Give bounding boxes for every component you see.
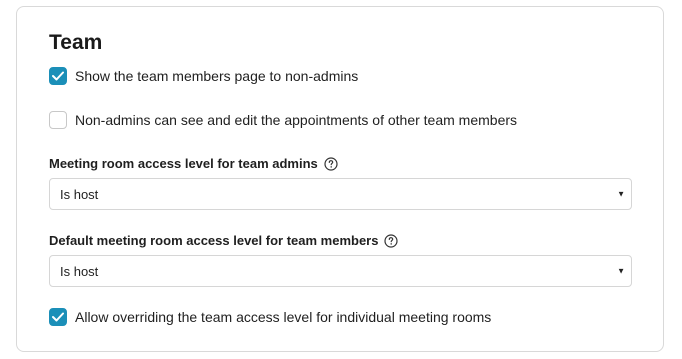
admin-access-label: Meeting room access level for team admin…: [49, 156, 318, 171]
member-access-value: Is host: [60, 263, 99, 279]
show-members-page-option[interactable]: Show the team members page to non-admins: [49, 66, 358, 86]
allow-override-checkbox[interactable]: [49, 308, 67, 326]
help-icon[interactable]: [324, 156, 338, 171]
dropdown-caret-icon: ▼: [617, 266, 625, 276]
checkmark-icon: [52, 71, 64, 81]
dropdown-caret-icon: ▼: [617, 189, 625, 199]
member-access-label-row: Default meeting room access level for te…: [49, 233, 399, 248]
admin-access-label-row: Meeting room access level for team admin…: [49, 156, 338, 171]
edit-others-appointments-option[interactable]: Non-admins can see and edit the appointm…: [49, 110, 517, 130]
show-members-page-label: Show the team members page to non-admins: [75, 68, 359, 84]
member-access-select[interactable]: Is host ▼: [49, 255, 632, 287]
section-title: Team: [49, 31, 103, 54]
edit-others-appointments-checkbox[interactable]: [49, 111, 67, 129]
checkmark-icon: [52, 312, 64, 322]
allow-override-label: Allow overriding the team access level f…: [75, 309, 492, 325]
team-settings-card: Team Show the team members page to non-a…: [16, 6, 664, 352]
help-icon[interactable]: [384, 233, 399, 248]
admin-access-value: Is host: [60, 186, 99, 202]
show-members-page-checkbox[interactable]: [49, 67, 67, 85]
allow-override-option[interactable]: Allow overriding the team access level f…: [49, 307, 491, 327]
admin-access-select[interactable]: Is host ▼: [49, 178, 632, 210]
member-access-label: Default meeting room access level for te…: [49, 233, 379, 248]
edit-others-appointments-label: Non-admins can see and edit the appointm…: [75, 112, 518, 128]
